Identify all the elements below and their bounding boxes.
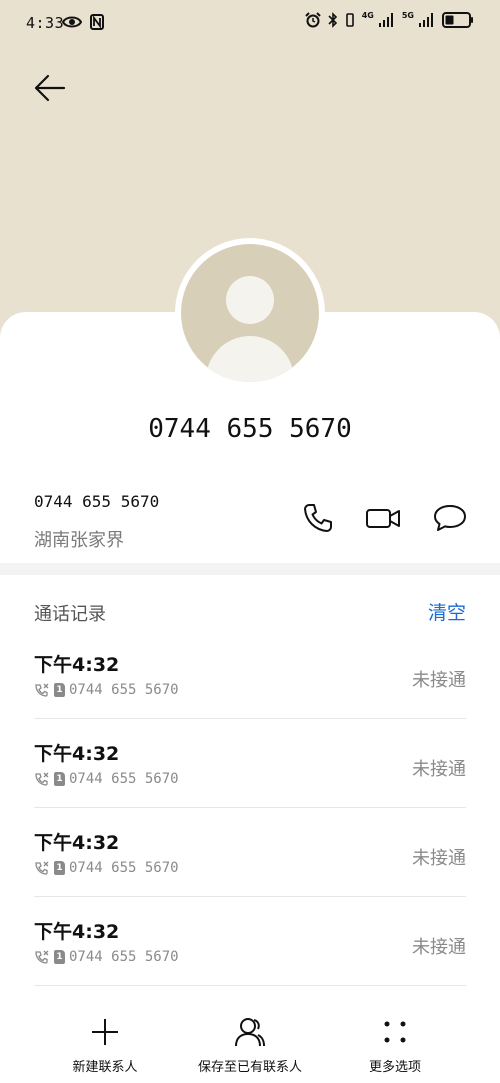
call-log-row[interactable]: 下午4:32 1 0744 655 5670 未接通: [0, 808, 500, 897]
message-bubble-icon: [434, 505, 466, 531]
call-details: 1 0744 655 5670: [34, 949, 179, 965]
default-avatar-icon: [181, 244, 319, 382]
call-number: 0744 655 5670: [69, 949, 179, 965]
call-status: 未接通: [412, 759, 466, 780]
status-bar: 4:33 4G 5G: [0, 0, 500, 48]
alarm-icon: [305, 12, 321, 28]
call-number: 0744 655 5670: [69, 682, 179, 698]
more-options-button[interactable]: 更多选项: [325, 1016, 465, 1075]
back-button[interactable]: [28, 68, 72, 108]
call-details: 1 0744 655 5670: [34, 860, 179, 876]
bottom-action-bar: 新建联系人 保存至已有联系人 更多选项: [0, 1010, 500, 1083]
call-details: 1 0744 655 5670: [34, 682, 179, 698]
missed-call-icon: [35, 950, 49, 964]
number-location: 湖南张家界: [34, 530, 124, 551]
call-button[interactable]: [300, 500, 336, 536]
signal-icon: [378, 13, 393, 27]
call-log-list: 下午4:32 1 0744 655 5670 未接通 下午4:32 1 0744…: [0, 630, 500, 986]
missed-call-icon: [35, 861, 49, 875]
save-to-existing-button[interactable]: 保存至已有联系人: [180, 1016, 320, 1075]
sim-badge: 1: [54, 861, 65, 875]
call-time: 下午4:32: [34, 921, 120, 943]
more-options-label: 更多选项: [368, 1060, 421, 1075]
contact-title: 0744 655 5670: [148, 414, 352, 444]
eye-icon: [62, 16, 82, 28]
call-status: 未接通: [412, 670, 466, 691]
call-time: 下午4:32: [34, 832, 120, 854]
phone-number: 0744 655 5670: [34, 492, 160, 511]
call-status: 未接通: [412, 848, 466, 869]
vibrate-icon: [345, 13, 354, 27]
call-status: 未接通: [412, 937, 466, 958]
network-type-2: 5G: [401, 10, 414, 20]
phone-icon: [304, 504, 332, 532]
video-camera-icon: [366, 509, 400, 528]
section-divider: [0, 563, 500, 575]
call-time: 下午4:32: [34, 743, 120, 765]
signal-icon: [419, 13, 433, 27]
back-arrow-icon: [34, 74, 66, 102]
new-contact-label: 新建联系人: [72, 1060, 138, 1075]
sim-badge: 1: [54, 950, 65, 964]
call-number: 0744 655 5670: [69, 771, 179, 787]
status-right-icons: 4G 5G: [305, 10, 474, 28]
phone-number-row[interactable]: 0744 655 5670 湖南张家界: [0, 484, 500, 560]
person-icon: [235, 1018, 265, 1047]
missed-call-icon: [35, 683, 49, 697]
call-number: 0744 655 5670: [69, 860, 179, 876]
call-log-row[interactable]: 下午4:32 1 0744 655 5670 未接通: [0, 630, 500, 719]
bluetooth-icon: [328, 12, 337, 28]
status-time: 4:33: [26, 14, 65, 32]
call-details: 1 0744 655 5670: [34, 771, 179, 787]
call-log-row[interactable]: 下午4:32 1 0744 655 5670 未接通: [0, 897, 500, 986]
sim-badge: 1: [54, 683, 65, 697]
call-log-row[interactable]: 下午4:32 1 0744 655 5670 未接通: [0, 719, 500, 808]
status-left-icons: [62, 14, 104, 30]
more-dots-icon: [384, 1021, 406, 1043]
missed-call-icon: [35, 772, 49, 786]
video-call-button[interactable]: [365, 500, 401, 536]
message-button[interactable]: [432, 500, 468, 536]
network-type-1: 4G: [361, 10, 374, 20]
avatar: [175, 238, 325, 388]
battery-icon: [442, 12, 473, 28]
nfc-icon: [90, 14, 104, 30]
sim-badge: 1: [54, 772, 65, 786]
plus-icon: [92, 1019, 118, 1045]
row-divider: [34, 985, 466, 986]
clear-button[interactable]: 清空: [428, 598, 466, 625]
contact-detail-screen: 4:33 4G 5G 0744 655 5670 0744 655 5670 湖…: [0, 0, 500, 1083]
call-log-header: 通话记录 清空: [0, 590, 500, 630]
save-to-existing-label: 保存至已有联系人: [197, 1060, 302, 1075]
call-time: 下午4:32: [34, 654, 120, 676]
new-contact-button[interactable]: 新建联系人: [35, 1016, 175, 1075]
call-log-title: 通话记录: [34, 604, 106, 625]
